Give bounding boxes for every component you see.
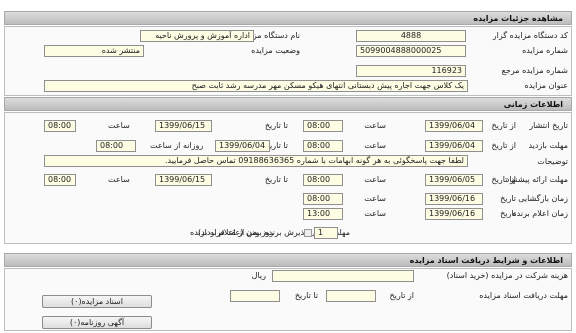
deadline-label: مهلت دریافت اسناد مزایده: [479, 291, 568, 300]
ref-field: 116923: [356, 65, 466, 77]
visit-to-field: 1399/06/04: [215, 140, 270, 152]
status-field: منتشر شده: [44, 45, 144, 57]
opening-date-field: 1399/06/16: [425, 193, 483, 205]
offer-from-time-label: ساعت: [364, 175, 386, 184]
visit-daily-label: روزانه از ساعت: [150, 141, 204, 150]
ref-label: شماره مزایده مرجع: [501, 66, 568, 75]
auction-documents-button[interactable]: اسناد مزایده(۰): [42, 295, 152, 308]
notes-label: توضیحات: [537, 157, 568, 166]
visit-from-field: 1399/06/04: [425, 140, 483, 152]
status-label: وضعیت مزایده: [251, 46, 300, 55]
docs-section-title: اطلاعات و شرایط دریافت اسناد مزایده: [4, 253, 572, 267]
fee-label: هزینه شرکت در مزایده (خرید اسناد): [446, 271, 568, 280]
org-field: اداره آموزش و پرورش ناحیه: [140, 30, 254, 42]
visit-from-label: از تاریخ: [491, 141, 516, 150]
number-label: شماره مزایده: [522, 46, 568, 55]
times-panel: [4, 112, 572, 244]
offer-to-time-label: ساعت: [108, 175, 130, 184]
currency-label: ریال: [251, 271, 266, 280]
publish-to-field: 1399/06/15: [155, 120, 212, 132]
offer-to-time-field: 08:00: [44, 174, 76, 186]
opening-time-label: ساعت: [364, 194, 386, 203]
opening-date-label: تاریخ: [500, 194, 516, 203]
code-field: 4888: [356, 30, 466, 42]
fee-field: [272, 270, 414, 282]
visit-from-time-field: 08:00: [303, 140, 343, 152]
winner-date-label: تاریخ: [500, 209, 516, 218]
offer-from-label: از تاریخ: [491, 175, 516, 184]
page-title: مشاهده جزئیات مزایده: [4, 11, 572, 25]
deadline-from-label: از تاریخ: [389, 291, 414, 300]
deadline-to-field: [230, 290, 280, 302]
publish-to-time-field: 08:00: [44, 120, 76, 132]
times-section-title: اطلاعات زمانی: [4, 97, 572, 111]
visit-from-time-label: ساعت: [364, 141, 386, 150]
publish-from-time-label: ساعت: [364, 121, 386, 130]
offer-to-label: تا تاریخ: [264, 175, 288, 184]
offer-from-time-field: 08:00: [303, 174, 343, 186]
publish-from-time-field: 08:00: [303, 120, 343, 132]
offer-from-field: 1399/06/05: [425, 174, 483, 186]
visit-daily-time-field: 08:00: [96, 140, 136, 152]
subject-field: یک کلاس جهت اجاره پیش دبستانی انتهای هیک…: [44, 80, 468, 92]
contract-days-spinner[interactable]: [304, 229, 312, 237]
subject-label: عنوان مزایده: [524, 81, 569, 90]
publish-label: تاریخ انتشار: [529, 121, 568, 130]
contract-suffix: روز پس از اعلام به برنده: [190, 228, 274, 237]
offer-to-field: 1399/06/15: [155, 174, 212, 186]
winner-date-field: 1399/06/16: [425, 208, 483, 220]
notes-field: لطفا جهت پاسخگوئی به هر گونه ابهامات با …: [44, 155, 468, 167]
winner-time-label: ساعت: [364, 209, 386, 218]
contract-days-field: 1: [314, 227, 338, 239]
number-field: 5099004888000025: [356, 45, 466, 57]
code-label: کد دستگاه مزایده گزار: [492, 31, 568, 40]
newspaper-ad-button[interactable]: آگهی روزنامه(۰): [42, 316, 152, 329]
winner-label: زمان اعلام برنده: [512, 209, 568, 218]
deadline-from-field: [326, 290, 376, 302]
opening-time-field: 08:00: [303, 193, 343, 205]
opening-label: زمان بازگشایی: [518, 194, 568, 203]
publish-from-label: از تاریخ: [491, 121, 516, 130]
deadline-to-label: تا تاریخ: [294, 291, 318, 300]
publish-to-time-label: ساعت: [108, 121, 130, 130]
publish-to-label: تا تاریخ: [264, 121, 288, 130]
visit-label: مهلت بازدید: [528, 141, 568, 150]
winner-time-field: 13:00: [303, 208, 343, 220]
publish-from-field: 1399/06/04: [425, 120, 483, 132]
